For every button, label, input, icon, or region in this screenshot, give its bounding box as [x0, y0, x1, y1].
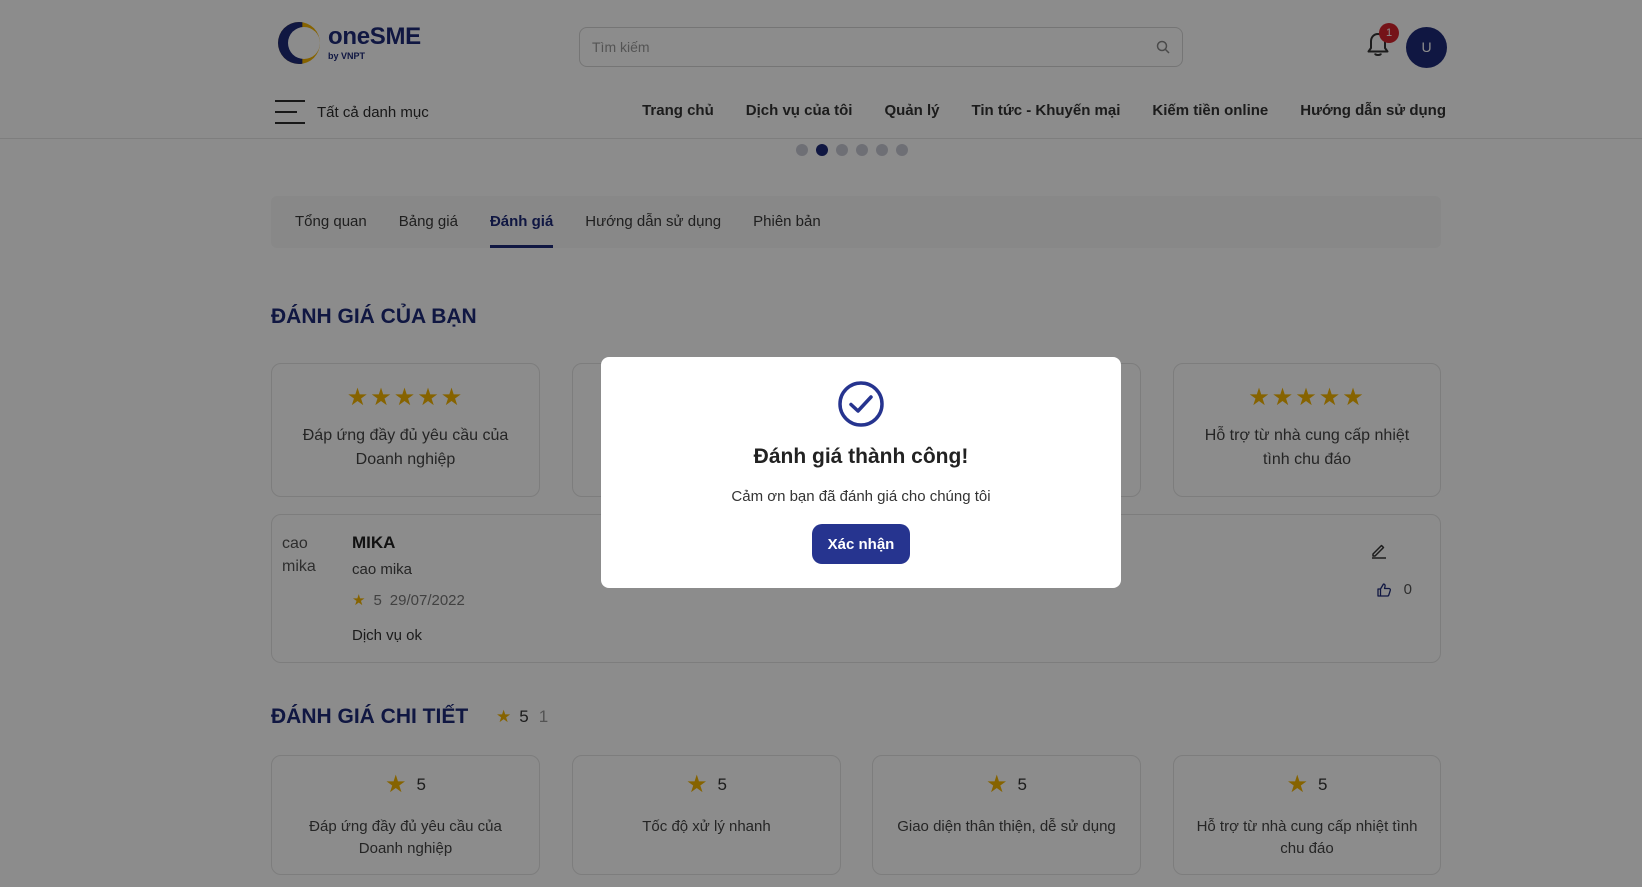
- dialog-message: Cảm ơn bạn đã đánh giá cho chúng tôi: [731, 488, 991, 505]
- success-dialog: Đánh giá thành công! Cảm ơn bạn đã đánh …: [601, 357, 1121, 588]
- check-circle-icon: [838, 381, 884, 427]
- dialog-title: Đánh giá thành công!: [753, 445, 969, 468]
- confirm-button[interactable]: Xác nhận: [812, 524, 910, 564]
